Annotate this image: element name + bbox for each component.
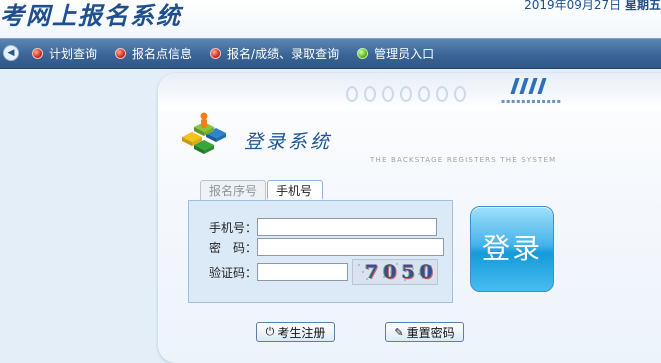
captcha-text: 7050 [365, 261, 438, 283]
register-button[interactable]: ⏻ 考生注册 [256, 322, 335, 342]
nav-item-label: 管理员入口 [374, 47, 435, 61]
login-subtitle: THE BACKSTAGE REGISTERS THE SYSTEM [370, 156, 557, 164]
site-title: 考网上报名系统 [0, 1, 182, 30]
green-dot-icon [357, 48, 369, 59]
stripe [519, 78, 529, 94]
password-label: 密 码： [208, 240, 257, 255]
ring [400, 86, 412, 102]
weekday-text: 星期五 [624, 0, 661, 12]
red-dot-icon [32, 48, 43, 59]
ring [364, 86, 376, 102]
ring [436, 86, 448, 102]
login-title: 登录系统 [244, 131, 333, 153]
edit-icon: ✎ [394, 325, 404, 339]
red-dot-icon [115, 48, 127, 59]
tab-serial-number[interactable]: 报名序号 [200, 180, 266, 200]
nav-bar: ◀ 计划查询 报名点信息 报名/成绩、录取查询 管理员入口 [0, 38, 661, 69]
ring [454, 86, 466, 102]
phone-label: 手机号： [208, 220, 257, 235]
stripe [528, 78, 538, 94]
dots-decoration: ▪▪▪▪▪▪▪▪▪▪▪▪ [501, 98, 562, 105]
nav-menu: 计划查询 报名点信息 报名/成绩、录取查询 管理员入口 [32, 39, 452, 68]
red-dot-icon [210, 48, 222, 59]
login-panel: ▪▪▪▪▪▪▪▪▪▪▪▪ 登录系统 THE BACKSTAGE REGISTER… [158, 73, 661, 363]
nav-item-admin[interactable]: 管理员入口 [357, 45, 434, 62]
date-text: 2019年09月27日 [524, 0, 622, 12]
binder-rings-decoration [346, 86, 506, 104]
password-input[interactable] [257, 238, 444, 256]
phone-input[interactable] [257, 218, 437, 236]
tab-phone-number[interactable]: 手机号 [267, 180, 323, 200]
nav-item-label: 报名点信息 [132, 47, 193, 61]
captcha-input[interactable] [257, 263, 348, 281]
ring [418, 86, 430, 102]
nav-item-label: 计划查询 [49, 47, 98, 61]
captcha-image[interactable]: 7050 [352, 259, 438, 285]
login-form: 手机号： 密 码： 验证码： 7050 [188, 200, 453, 303]
nav-item-score-query[interactable]: 报名/成绩、录取查询 [210, 45, 339, 62]
password-row: 密 码： [189, 238, 444, 256]
register-button-label: 考生注册 [277, 325, 326, 340]
blocks-logo-icon [182, 112, 226, 154]
date-display: 2019年09月27日 星期五 [524, 0, 661, 13]
stripes-decoration [510, 78, 547, 94]
reset-button-label: 重置密码 [406, 325, 455, 340]
login-button[interactable]: 登录 [470, 206, 554, 292]
nav-item-plan-query[interactable]: 计划查询 [32, 45, 97, 62]
back-arrow-icon[interactable]: ◀ [3, 45, 19, 61]
nav-item-site-info[interactable]: 报名点信息 [115, 45, 192, 62]
reset-password-button[interactable]: ✎ 重置密码 [385, 322, 464, 342]
phone-row: 手机号： [189, 218, 437, 236]
top-header: 考网上报名系统 2019年09月27日 星期五 [0, 0, 661, 38]
ring [382, 86, 394, 102]
ring [346, 86, 358, 102]
captcha-label: 验证码： [208, 265, 257, 280]
power-icon: ⏻ [265, 325, 275, 338]
captcha-row: 验证码： 7050 [189, 259, 438, 285]
nav-item-label: 报名/成绩、录取查询 [227, 47, 340, 61]
